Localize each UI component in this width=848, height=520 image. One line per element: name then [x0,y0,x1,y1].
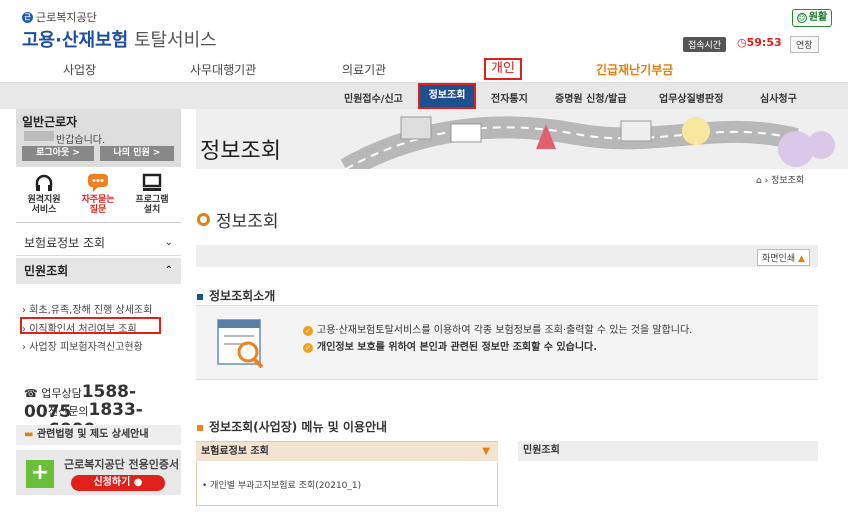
contact-info: ☎ 업무상담1588-0075 전산문의1833-6000 [16,382,181,440]
intro-heading: 정보조회소개 [197,287,275,304]
civil-inquiry-panel-header[interactable]: 민원조회 [518,441,818,461]
premium-info-panel-header[interactable]: 보험료정보 조회 ▼ [196,441,498,461]
book-icon: ▬ [24,429,34,440]
logout-button[interactable]: 로그아웃 > [22,146,94,161]
law-guide-link[interactable]: ▬ 관련법령 및 제도 상세안내 [16,425,181,445]
print-icon: ▲ [798,254,805,264]
sub-nav-info-inquiry[interactable]: 정보조회 [418,83,476,109]
extend-session-button[interactable]: 연장 [790,36,819,53]
sub-nav-appeal[interactable]: 심사청구 [760,90,797,105]
remote-support-link[interactable]: 원격지원 서비스 [18,173,70,215]
breadcrumb: ⌂ › 정보조회 [756,176,805,186]
certificate-apply-button[interactable]: 신청하기 ● [71,475,165,491]
check-icon: ✓ [303,326,313,336]
document-search-icon [210,316,272,372]
top-nav-business[interactable]: 사업장 [63,61,96,78]
plus-icon: + [26,460,54,488]
top-nav-medical[interactable]: 의료기관 [342,61,386,78]
chevron-down-icon: ⌄ [164,237,173,248]
headset-icon [18,173,70,193]
square-bullet-icon [197,424,203,431]
org-name: 근 근로복지공단 [22,9,97,25]
site-title[interactable]: 고용·산재보험 토탈서비스 [22,26,217,52]
circle-bullet-icon [197,213,210,226]
intro-line-2: ✓ 개인정보 보호를 위하여 본인과 관련된 정보만 조회할 수 있습니다. [303,338,597,353]
sidebar-menu-premium[interactable]: 보험료정보 조회 ⌄ [16,232,181,256]
quick-icons: 원격지원 서비스 자주묻는 질문 프로그램 설치 [16,167,181,223]
sidebar-link-injury-detail[interactable]: › 회초,유족,장해 진행 상세조회 [22,301,152,316]
top-nav-disaster-fund[interactable]: 긴급재난기부금 [596,61,673,78]
greeting: 반갑습니다. [56,135,106,146]
top-nav-personal[interactable]: 개인 [484,58,522,80]
program-install-link[interactable]: 프로그램 설치 [126,173,178,215]
my-civil-button[interactable]: 나의 민원 > [100,146,174,161]
sub-nav-certificate[interactable]: 증명원 신청/발급 [555,90,627,105]
phone-icon: ☎ [24,387,38,400]
page-banner [196,109,848,169]
dropdown-arrow-icon: ▼ [482,446,490,457]
session-timer: ◷59:53 [737,36,782,49]
monitor-icon [126,173,178,193]
intro-line-1: ✓ 고용·산재보험토탈서비스를 이용하여 각종 보험정보를 조회·출력할 수 있는… [303,321,692,336]
home-icon[interactable]: ⌂ [756,176,762,186]
personal-premium-link[interactable]: • 개인별 부과고지보험료 조회(20210_1) [202,478,361,491]
print-screen-button[interactable]: 화면인쇄 ▲ [757,249,810,266]
page-title: 정보조회 [197,207,279,232]
top-nav: 사업장 사무대행기관 의료기관 긴급재난기부금 [0,58,848,83]
org-logo-icon: 근 [22,11,33,23]
menu-heading: 정보조회(사업장) 메뉴 및 이용안내 [197,418,387,435]
remote-status-button[interactable]: ☺ 원활 [792,9,832,27]
sidebar-link-insured-status[interactable]: › 사업장 피보험자격신고현황 [22,338,143,353]
top-nav-agency[interactable]: 사무대행기관 [190,61,256,78]
banner-title: 정보조회 [200,139,281,164]
connection-time-label: 접속시간 [683,37,727,52]
blurred-name [24,131,54,141]
sub-nav-disease[interactable]: 업무상질병판정 [659,90,723,105]
faq-link[interactable]: 자주묻는 질문 [72,173,124,215]
banner-illustration [340,116,835,169]
user-name: 일반근로자 [22,115,78,129]
chevron-up-icon: ⌃ [164,265,173,276]
certificate-label: 근로복지공단 전용인증서 [64,458,180,471]
clock-icon: ◷ [737,36,747,49]
certificate-box: + 근로복지공단 전용인증서 신청하기 ● [16,450,181,495]
chat-icon [72,173,124,193]
sub-nav-e-notice[interactable]: 전자통지 [491,90,528,105]
check-icon: ✓ [303,343,313,353]
print-bar [196,245,818,267]
square-bullet-icon [197,293,203,300]
highlight-box [20,317,161,334]
sidebar-menu-civil[interactable]: 민원조회 ⌃ [16,258,181,284]
user-box: 일반근로자 반갑습니다. 로그아웃 > 나의 민원 > [16,109,181,167]
smile-icon: ☺ [796,13,807,23]
sub-nav-civil-filing[interactable]: 민원접수/신고 [344,90,403,105]
